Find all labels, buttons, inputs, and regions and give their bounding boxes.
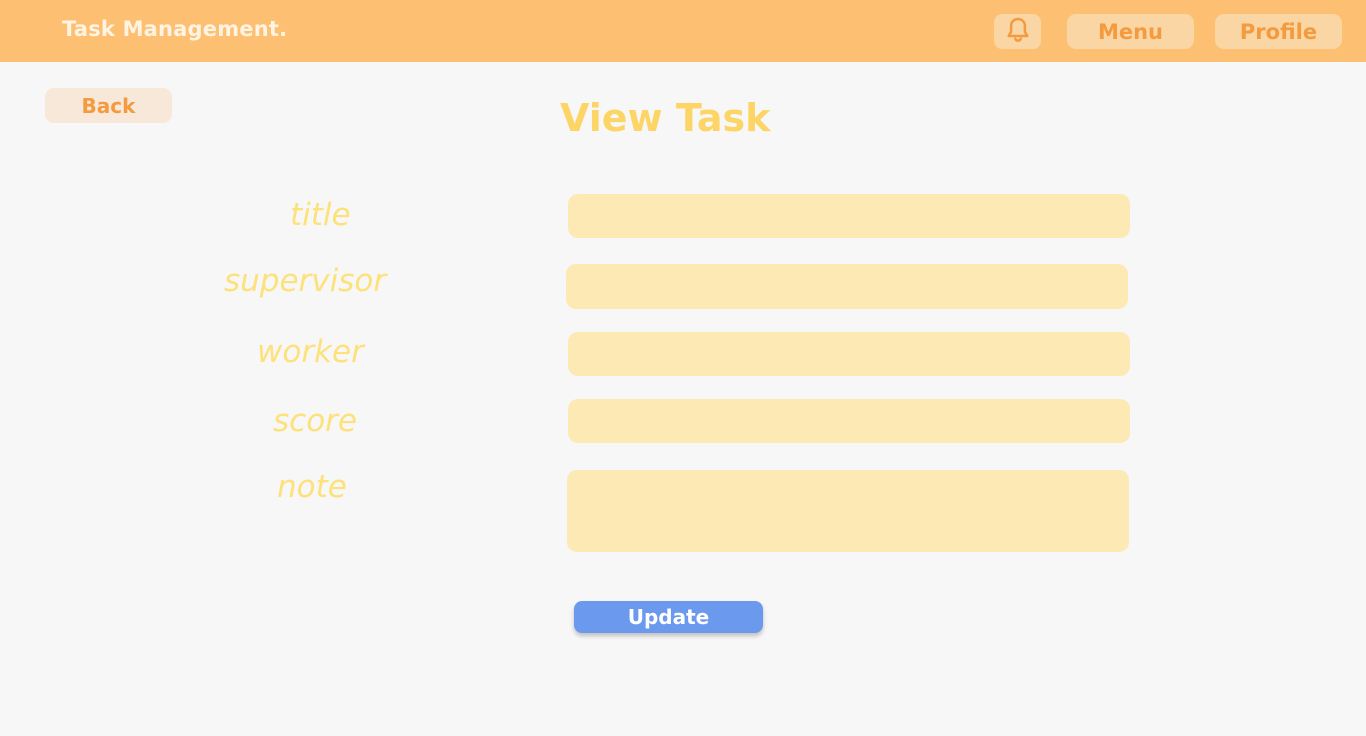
bell-icon [1003,15,1033,49]
menu-button[interactable]: Menu [1067,14,1194,49]
note-textarea[interactable] [567,470,1129,552]
update-button[interactable]: Update [574,601,763,633]
app-title: Task Management. [62,17,288,41]
note-label: note [277,469,347,505]
profile-button[interactable]: Profile [1215,14,1342,49]
title-input[interactable] [568,194,1130,238]
page-title: View Task [560,96,771,140]
score-label: score [273,403,357,439]
supervisor-input[interactable] [566,264,1128,309]
score-input[interactable] [568,399,1130,443]
notifications-button[interactable] [994,14,1041,49]
supervisor-label: supervisor [224,263,387,299]
worker-label: worker [257,334,364,370]
title-label: title [290,197,351,233]
worker-input[interactable] [568,332,1130,376]
top-bar: Task Management. Menu Profile [0,0,1366,62]
back-button[interactable]: Back [45,88,172,123]
